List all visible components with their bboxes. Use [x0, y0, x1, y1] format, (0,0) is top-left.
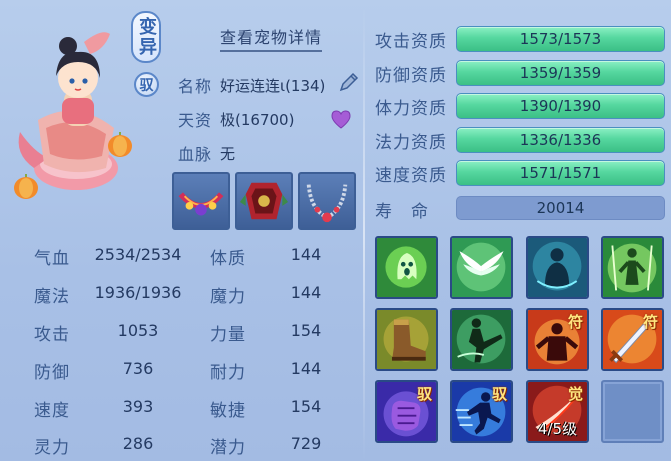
white-wings-skill-icon [452, 238, 511, 297]
attack-aptitude-label: 攻击资质 [375, 32, 447, 52]
shadow-figure-skill-icon [528, 238, 587, 297]
skill-slot-2[interactable] [450, 236, 513, 299]
name-label: 名称 [178, 77, 213, 96]
skill-slot-6[interactable] [450, 308, 513, 371]
pet-necklace-icon [306, 184, 348, 223]
magic-aptitude-value: 1336/1336 [519, 131, 602, 149]
lifespan-bar: 20014 [456, 196, 665, 220]
skill-slot-8[interactable]: 符 [601, 308, 664, 371]
stat-value: 1936/1936 [94, 283, 182, 302]
attribute-label: 魔力 [210, 287, 246, 307]
skill-mark-badge: 驭 [416, 385, 432, 403]
tame-badge: 驭 [134, 72, 159, 97]
green-aura-figure-skill-icon [603, 238, 662, 297]
attribute-value: 144 [290, 283, 322, 302]
attribute-label: 潜力 [210, 438, 246, 458]
stat-label: 速度 [34, 401, 70, 421]
stat-label: 灵力 [34, 438, 70, 458]
stat-value: 1053 [117, 321, 159, 340]
attribute-value: 144 [290, 359, 322, 378]
attribute-value: 729 [290, 434, 322, 453]
edit-name-icon[interactable] [338, 71, 360, 93]
skill-mark-badge: 驭 [491, 385, 507, 403]
view-pet-details-link[interactable]: 查看宠物详情 [220, 24, 323, 52]
attribute-value: 154 [290, 397, 322, 416]
variant-badge-text: 变异 [136, 17, 157, 57]
stat-value: 736 [122, 359, 154, 378]
boot-skill-icon [377, 310, 436, 369]
pet-armor-icon [239, 182, 289, 220]
kick-skill-icon [452, 310, 511, 369]
skill-slot-1[interactable] [375, 236, 438, 299]
speed-aptitude-bar: 1571/1571 [456, 160, 665, 186]
equipment-slot-necklace[interactable] [298, 172, 356, 230]
stat-label: 魔法 [34, 287, 70, 307]
attribute-value: 154 [290, 321, 322, 340]
green-ghost-skill-icon [377, 238, 436, 297]
speed-aptitude-value: 1571/1571 [519, 164, 602, 182]
pet-collar-icon [178, 192, 224, 216]
magic-aptitude-bar: 1336/1336 [456, 127, 665, 153]
stat-value: 2534/2534 [94, 245, 182, 264]
magic-aptitude-label: 法力资质 [375, 133, 447, 153]
defense-aptitude-label: 防御资质 [375, 66, 447, 86]
variant-badge: 变异 [131, 11, 161, 63]
skill-slot-11[interactable]: 觉 4/5级 [526, 380, 589, 443]
skill-slot-4[interactable] [601, 236, 664, 299]
skill-slot-5[interactable] [375, 308, 438, 371]
bloodline-label: 血脉 [178, 145, 213, 164]
skill-slot-12[interactable] [601, 380, 664, 443]
attribute-label: 体质 [210, 249, 246, 269]
stat-label: 攻击 [34, 325, 70, 345]
bloodline-value: 无 [220, 145, 236, 163]
panel-divider [363, 6, 365, 461]
defense-aptitude-bar: 1359/1359 [456, 60, 665, 86]
skill-mark-badge: 觉 [567, 385, 583, 403]
defense-aptitude-value: 1359/1359 [519, 64, 602, 82]
attribute-label: 耐力 [210, 363, 246, 383]
speed-aptitude-label: 速度资质 [375, 166, 447, 186]
skill-slot-3[interactable] [526, 236, 589, 299]
stamina-aptitude-label: 体力资质 [375, 99, 447, 119]
skill-mark-badge: 符 [642, 313, 658, 331]
equipment-slot-collar[interactable] [172, 172, 230, 230]
stamina-aptitude-value: 1390/1390 [519, 97, 602, 115]
stat-label: 防御 [34, 363, 70, 383]
skill-level-label: 4/5级 [537, 420, 578, 438]
stamina-aptitude-bar: 1390/1390 [456, 93, 665, 119]
aptitude-value: 极(16700) [220, 111, 295, 129]
attribute-value: 144 [290, 245, 322, 264]
lifespan-value: 20014 [536, 199, 585, 217]
attack-aptitude-bar: 1573/1573 [456, 26, 665, 52]
equipment-slot-armor[interactable] [235, 172, 293, 230]
skill-mark-badge: 符 [567, 313, 583, 331]
attribute-label: 力量 [210, 325, 246, 345]
skill-slot-7[interactable]: 符 [526, 308, 589, 371]
stat-value: 393 [122, 397, 154, 416]
stat-label: 气血 [34, 249, 70, 269]
attribute-label: 敏捷 [210, 401, 246, 421]
aptitude-label: 天资 [178, 111, 213, 130]
attack-aptitude-value: 1573/1573 [519, 30, 602, 48]
name-value: 好运连连ι(134) [220, 77, 326, 95]
skill-slot-9[interactable]: 驭 [375, 380, 438, 443]
stat-value: 286 [122, 434, 154, 453]
heart-icon[interactable] [330, 110, 352, 130]
lifespan-label: 寿 命 [375, 202, 429, 222]
skill-slot-10[interactable]: 驭 [450, 380, 513, 443]
